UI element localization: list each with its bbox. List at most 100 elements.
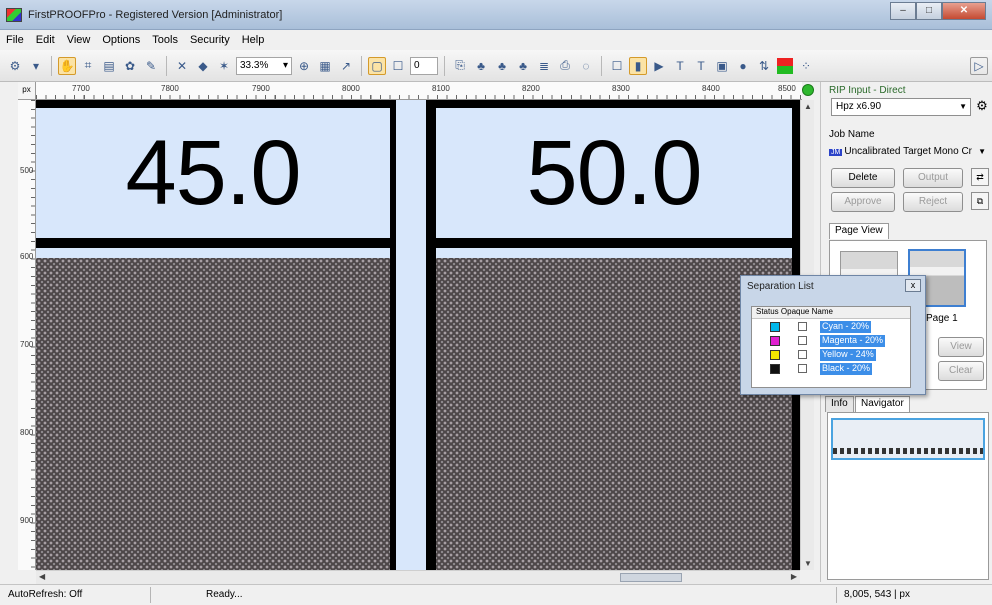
refresh-icon[interactable]: ◌ <box>577 57 595 75</box>
close-icon[interactable]: x <box>905 279 921 292</box>
zoom-out-icon[interactable]: ✶ <box>215 57 233 75</box>
menu-bar: File Edit View Options Tools Security He… <box>0 30 992 50</box>
navigator-panel <box>827 412 989 580</box>
crop-tool-icon[interactable]: ⌗ <box>79 57 97 75</box>
text-alt-icon[interactable]: T <box>692 57 710 75</box>
page-number-field[interactable]: 0 <box>410 56 438 75</box>
ruler-label: 800 <box>20 428 34 437</box>
ruler-vertical: 500 600 700 800 900 <box>18 100 36 570</box>
ruler-label: 7700 <box>72 84 90 93</box>
compare-icon[interactable]: ⧉ <box>971 192 989 210</box>
autorefresh-status: AutoRefresh: Off <box>8 589 83 600</box>
menu-tools[interactable]: Tools <box>152 34 178 46</box>
ruler-label: 7800 <box>161 84 179 93</box>
opaque-checkbox[interactable] <box>798 322 807 331</box>
spot-c-icon[interactable]: ♣ <box>472 57 490 75</box>
job-name-select[interactable]: JM Uncalibrated Target Mono Cr ▼ <box>829 144 989 162</box>
measure-icon[interactable]: ↗ <box>337 57 355 75</box>
close-button[interactable]: ✕ <box>942 2 986 20</box>
separation-name: Black - 20% <box>820 363 873 375</box>
stamp-icon[interactable]: ✿ <box>121 57 139 75</box>
ruler-unit: px <box>18 82 36 100</box>
clear-button[interactable]: Clear <box>938 361 984 381</box>
status-ok-icon <box>802 84 814 96</box>
menu-options[interactable]: Options <box>102 34 140 46</box>
halftone-pattern <box>436 258 792 570</box>
output-options-icon[interactable]: ⇄ <box>971 168 989 186</box>
menu-help[interactable]: Help <box>242 34 265 46</box>
black-status-icon <box>770 364 780 374</box>
frame-icon[interactable]: ☐ <box>608 57 626 75</box>
ruler-label: 600 <box>20 252 34 261</box>
separation-row-black[interactable]: Black - 20% <box>752 363 910 376</box>
view-button[interactable]: View <box>938 337 984 357</box>
page-icon[interactable]: ☐ <box>389 57 407 75</box>
horizontal-scrollbar[interactable]: ◀ ▶ <box>36 570 800 584</box>
menu-edit[interactable]: Edit <box>36 34 55 46</box>
highlight-icon[interactable]: ▮ <box>629 56 647 75</box>
settings-gear-icon[interactable]: ⚙ <box>973 98 991 116</box>
export-icon[interactable]: ⎘ <box>451 57 469 75</box>
tab-navigator[interactable]: Navigator <box>855 396 910 412</box>
text-icon[interactable]: T <box>671 57 689 75</box>
spot-y-icon[interactable]: ♣ <box>514 57 532 75</box>
dots-icon[interactable]: ⁘ <box>797 57 815 75</box>
page-thumb-label: Page 1 <box>926 313 958 324</box>
separation-row-cyan[interactable]: Cyan - 20% <box>752 321 910 334</box>
tab-info[interactable]: Info <box>825 396 854 412</box>
navigator-preview[interactable] <box>831 418 985 460</box>
job-name-label: Job Name <box>829 129 875 140</box>
page-view-icon[interactable]: ▢ <box>368 56 386 75</box>
panel-gutter <box>396 100 426 570</box>
list-icon[interactable]: ≣ <box>535 57 553 75</box>
opaque-checkbox[interactable] <box>798 350 807 359</box>
target-icon[interactable]: ● <box>734 57 752 75</box>
document-icon[interactable]: ▤ <box>100 57 118 75</box>
spot-m-icon[interactable]: ♣ <box>493 57 511 75</box>
scroll-up-icon[interactable]: ▲ <box>804 102 812 111</box>
menu-file[interactable]: File <box>6 34 24 46</box>
rip-icon[interactable]: ⚙ <box>6 57 24 75</box>
panel-value: 45.0 <box>125 121 301 224</box>
scroll-down-icon[interactable]: ▼ <box>804 559 812 568</box>
zoom-plus-icon[interactable]: ⊕ <box>295 57 313 75</box>
opaque-checkbox[interactable] <box>798 336 807 345</box>
scroll-thumb[interactable] <box>620 573 682 582</box>
tab-page-view[interactable]: Page View <box>829 223 889 239</box>
halftone-pattern <box>36 258 390 570</box>
reject-button[interactable]: Reject <box>903 192 963 212</box>
eyedropper-icon[interactable]: ✎ <box>142 57 160 75</box>
job-badge: JM <box>829 149 843 156</box>
delete-button[interactable]: Delete <box>831 168 895 188</box>
hand-tool-icon[interactable]: ✋ <box>58 56 76 75</box>
separation-row-magenta[interactable]: Magenta - 20% <box>752 335 910 348</box>
play-icon[interactable]: ▷ <box>970 56 988 75</box>
color-toggle-icon[interactable]: ⇅ <box>755 57 773 75</box>
ruler-label: 7900 <box>252 84 270 93</box>
zoom-select[interactable]: 33.3% ▾ <box>236 56 292 75</box>
title-bar: FirstPROOFPro - Registered Version [Admi… <box>0 0 992 30</box>
image-icon[interactable]: ▣ <box>713 57 731 75</box>
scroll-right-icon[interactable]: ▶ <box>791 572 797 581</box>
output-button[interactable]: Output <box>903 168 963 188</box>
print-icon[interactable]: ⎙ <box>556 57 574 75</box>
approve-button[interactable]: Approve <box>831 192 895 212</box>
color-swatch-icon[interactable] <box>776 57 794 75</box>
fit-icon[interactable]: ✕ <box>173 57 191 75</box>
menu-view[interactable]: View <box>67 34 91 46</box>
grid-icon[interactable]: ▦ <box>316 57 334 75</box>
opaque-checkbox[interactable] <box>798 364 807 373</box>
minimize-button[interactable]: – <box>890 2 916 20</box>
maximize-button[interactable]: □ <box>916 2 942 20</box>
rip-device-select[interactable]: Hpz x6.90 ▼ <box>831 98 971 116</box>
magenta-status-icon <box>770 336 780 346</box>
pointer-icon[interactable]: ▶ <box>650 57 668 75</box>
zoom-in-icon[interactable]: ◆ <box>194 57 212 75</box>
proof-canvas[interactable]: 45.0 50.0 <box>36 100 800 570</box>
select-tool-icon[interactable]: ▾ <box>27 57 45 75</box>
ready-status: Ready... <box>206 589 243 600</box>
menu-security[interactable]: Security <box>190 34 230 46</box>
scroll-left-icon[interactable]: ◀ <box>39 572 45 581</box>
proof-panel-left: 45.0 <box>36 100 390 570</box>
separation-row-yellow[interactable]: Yellow - 24% <box>752 349 910 362</box>
